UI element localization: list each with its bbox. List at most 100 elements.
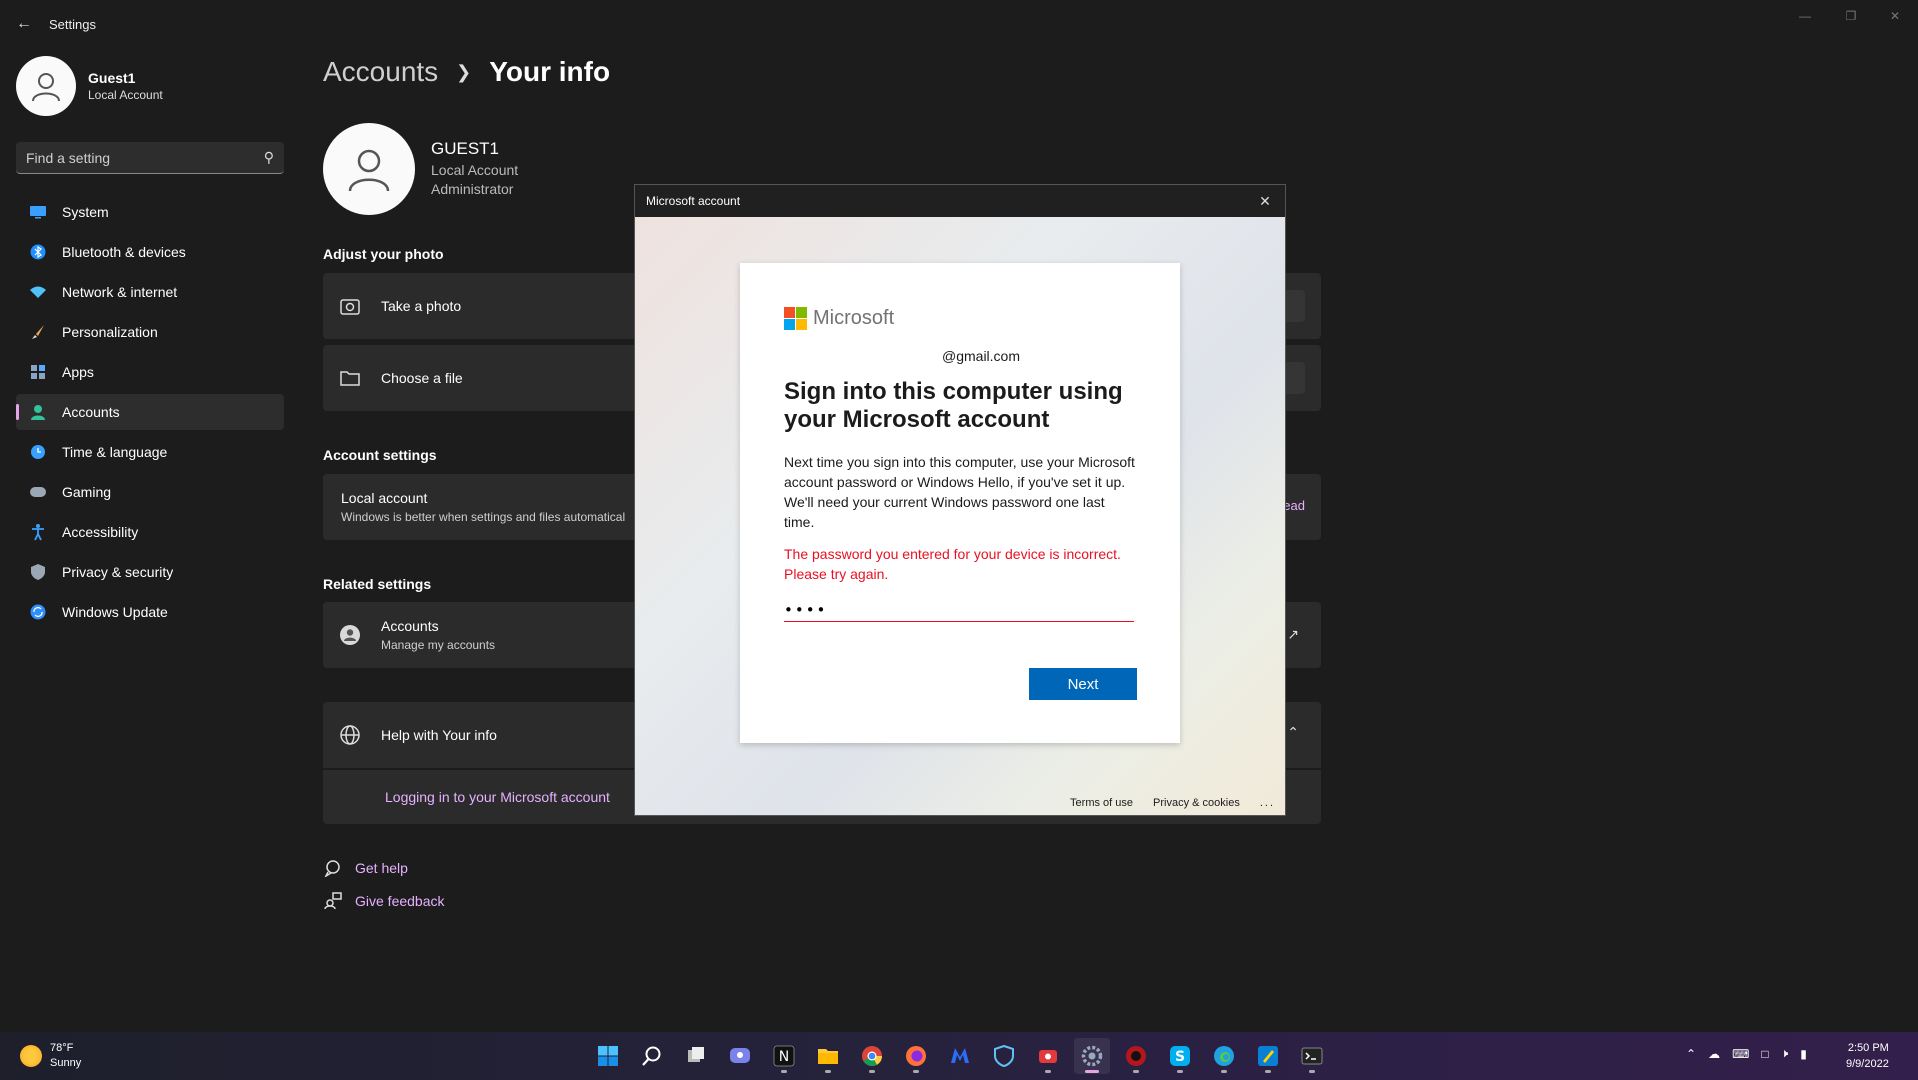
- close-window-button[interactable]: ✕: [1872, 6, 1918, 26]
- sidebar-item-label: Personalization: [62, 324, 158, 340]
- chevron-right-icon: ❯: [456, 61, 472, 82]
- local-account-title: Local account: [341, 490, 428, 506]
- microsoft-account-dialog: Microsoft account ✕ Microsoft @gmail.com…: [634, 184, 1286, 816]
- battery-icon[interactable]: ▮: [1800, 1047, 1807, 1061]
- sidebar-item-gaming[interactable]: Gaming: [16, 474, 284, 510]
- chrome-icon[interactable]: [854, 1038, 890, 1074]
- sidebar-item-privacy-security[interactable]: Privacy & security: [16, 554, 284, 590]
- person-icon: [348, 149, 390, 192]
- paint-icon[interactable]: [1250, 1038, 1286, 1074]
- external-link-icon: ↗: [1287, 626, 1299, 642]
- search-icon[interactable]: [634, 1038, 670, 1074]
- defender-icon[interactable]: [986, 1038, 1022, 1074]
- app-icon[interactable]: [1118, 1038, 1154, 1074]
- sidebar-item-apps[interactable]: Apps: [16, 354, 284, 390]
- sidebar-item-accounts[interactable]: Accounts: [16, 394, 284, 430]
- keyboard-icon[interactable]: ⌨: [1732, 1047, 1749, 1061]
- malwarebytes-icon[interactable]: [942, 1038, 978, 1074]
- volume-icon[interactable]: 🕨: [1781, 1046, 1789, 1061]
- running-indicator: [1309, 1070, 1315, 1073]
- section-related-settings: Related settings: [323, 576, 432, 592]
- chevron-up-icon[interactable]: ⌃: [1287, 724, 1299, 741]
- get-help-row[interactable]: Get help: [323, 858, 408, 878]
- weather-widget[interactable]: 78°F Sunny: [20, 1041, 81, 1071]
- running-indicator: [1045, 1070, 1051, 1073]
- microsoft-logo: Microsoft: [784, 307, 1136, 330]
- restore-button[interactable]: ❐: [1828, 6, 1874, 26]
- user-info-block: GUEST1 Local Account Administrator: [323, 123, 518, 215]
- get-help-link[interactable]: Get help: [355, 860, 408, 876]
- sidebar-item-bluetooth-devices[interactable]: Bluetooth & devices: [16, 234, 284, 270]
- file-explorer-icon[interactable]: [810, 1038, 846, 1074]
- minimize-button[interactable]: —: [1782, 6, 1828, 26]
- breadcrumb: Accounts ❯ Your info: [323, 56, 610, 88]
- running-indicator: [913, 1070, 919, 1073]
- breadcrumb-parent[interactable]: Accounts: [323, 56, 438, 88]
- sidebar-item-network-internet[interactable]: Network & internet: [16, 274, 284, 310]
- dialog-description: Next time you sign into this computer, u…: [784, 454, 1135, 490]
- search-input[interactable]: [26, 149, 264, 166]
- give-feedback-link[interactable]: Give feedback: [355, 893, 445, 909]
- taskbar-clock[interactable]: 2:50 PM 9/9/2022: [1846, 1040, 1889, 1072]
- terminal-icon[interactable]: [1294, 1038, 1330, 1074]
- settings-icon[interactable]: [1074, 1038, 1110, 1074]
- sign-in-instead-link[interactable]: ead: [1283, 498, 1305, 513]
- sidebar-item-label: Time & language: [62, 444, 168, 460]
- chat-icon[interactable]: [722, 1038, 758, 1074]
- notion-icon[interactable]: N: [766, 1038, 802, 1074]
- sidebar-item-label: Windows Update: [62, 604, 168, 620]
- sign-in-card: Microsoft @gmail.com Sign into this comp…: [740, 263, 1180, 743]
- wifi-icon: [28, 282, 48, 302]
- sidebar-item-label: System: [62, 204, 109, 220]
- sidebar-item-label: Network & internet: [62, 284, 178, 300]
- taskbar-apps: NS: [590, 1038, 1338, 1074]
- recorder-icon[interactable]: [1030, 1038, 1066, 1074]
- sidebar-item-label: Apps: [62, 364, 94, 380]
- sidebar-item-personalization[interactable]: Personalization: [16, 314, 284, 350]
- firefox-icon[interactable]: [898, 1038, 934, 1074]
- system-tray: ⌃ ☁ ⌨ □ 🕨 ▮: [1686, 1046, 1819, 1061]
- password-field[interactable]: [784, 598, 1134, 622]
- bluetooth-icon: [28, 242, 48, 262]
- start-icon[interactable]: [590, 1038, 626, 1074]
- help-chat-icon: [323, 858, 343, 878]
- dialog-title: Microsoft account: [646, 194, 741, 208]
- more-options-icon[interactable]: ...: [1260, 797, 1275, 809]
- skype-icon[interactable]: S: [1162, 1038, 1198, 1074]
- running-indicator: [781, 1070, 787, 1073]
- sidebar-item-label: Accessibility: [62, 524, 139, 540]
- help-link[interactable]: Logging in to your Microsoft account: [385, 789, 610, 805]
- section-adjust-photo: Adjust your photo: [323, 246, 444, 262]
- globe-clock-icon: [28, 442, 48, 462]
- title-bar: ← Settings — ❐ ✕: [0, 0, 1918, 48]
- sidebar-item-accessibility[interactable]: Accessibility: [16, 514, 284, 550]
- search-box[interactable]: ⚲: [16, 142, 284, 174]
- sidebar-item-label: Bluetooth & devices: [62, 244, 186, 260]
- apps-icon: [28, 362, 48, 382]
- task-view-icon[interactable]: [678, 1038, 714, 1074]
- related-accounts-title: Accounts: [381, 618, 439, 634]
- onedrive-icon[interactable]: ☁: [1708, 1047, 1720, 1061]
- sidebar-item-windows-update[interactable]: Windows Update: [16, 594, 284, 630]
- sidebar-item-system[interactable]: System: [16, 194, 284, 230]
- camera-icon: [339, 295, 361, 317]
- sidebar-item-time-language[interactable]: Time & language: [16, 434, 284, 470]
- terms-link[interactable]: Terms of use: [1070, 797, 1133, 809]
- dialog-footer: Terms of use Privacy & cookies ...: [1050, 797, 1275, 809]
- chevron-up-icon[interactable]: ⌃: [1686, 1047, 1696, 1061]
- taskbar: 78°F Sunny NS ⌃ ☁ ⌨ □ 🕨 ▮ 2:50 PM 9/9/20…: [0, 1032, 1918, 1080]
- next-button[interactable]: Next: [1029, 668, 1137, 700]
- back-arrow-icon[interactable]: ←: [12, 12, 36, 36]
- privacy-link[interactable]: Privacy & cookies: [1153, 797, 1240, 809]
- app-title: Settings: [49, 17, 96, 32]
- edge-icon[interactable]: [1206, 1038, 1242, 1074]
- help-title: Help with Your info: [381, 727, 497, 743]
- feedback-row[interactable]: Give feedback: [323, 891, 445, 911]
- user-name: GUEST1: [431, 139, 500, 158]
- close-icon[interactable]: ✕: [1255, 191, 1275, 211]
- monitor-icon: [28, 202, 48, 222]
- microsoft-logo-icon: [784, 307, 807, 330]
- display-icon[interactable]: □: [1761, 1047, 1768, 1061]
- running-indicator: [1085, 1070, 1099, 1073]
- sun-icon: [20, 1045, 42, 1067]
